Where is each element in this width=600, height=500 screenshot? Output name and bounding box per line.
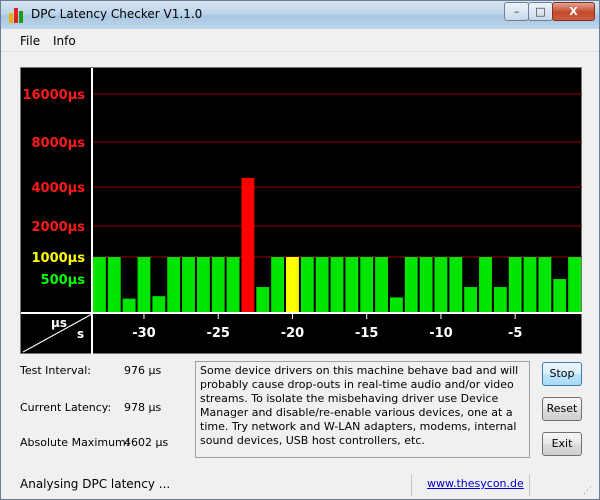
website-link[interactable]: www.thesycon.de: [427, 477, 524, 490]
x-tick-label: -10: [429, 326, 453, 341]
latency-bar: [464, 287, 478, 312]
latency-bar: [137, 257, 151, 312]
absolute-maximum-label: Absolute Maximum:: [20, 436, 130, 449]
status-bar: Analysing DPC latency ... www.thesycon.d…: [1, 473, 599, 499]
close-button[interactable]: X: [552, 2, 595, 21]
latency-bar: [107, 257, 121, 312]
x-tick-label: -25: [206, 326, 230, 341]
latency-bar: [152, 296, 166, 312]
stop-button[interactable]: Stop: [542, 362, 582, 386]
latency-chart: 16000µs 8000µs 4000µs 2000µs 1000µs 500µs µs s -…: [20, 67, 582, 354]
y-tick-label: 4000µs: [32, 181, 86, 196]
latency-bar: [553, 279, 567, 312]
app-bars-icon: [9, 7, 25, 23]
latency-chart-svg: 16000µs 8000µs 4000µs 2000µs 1000µs 500µs µss -…: [21, 68, 582, 354]
test-interval-label: Test Interval:: [20, 364, 91, 377]
menu-bar: File Info: [1, 30, 599, 52]
current-latency-label: Current Latency:: [20, 401, 112, 414]
status-divider: [411, 474, 412, 496]
latency-bar: [360, 257, 374, 312]
message-box: Some device drivers on this machine beha…: [195, 361, 530, 458]
latency-bar: [493, 287, 507, 312]
latency-bar: [182, 257, 195, 312]
latency-bar: [167, 257, 181, 312]
latency-bar: [345, 257, 359, 312]
latency-bar: [330, 257, 344, 312]
minimize-icon: –: [513, 5, 520, 18]
latency-bar: [449, 257, 463, 312]
latency-bar: [196, 257, 210, 312]
exit-button[interactable]: Exit: [542, 432, 582, 456]
latency-bar: [256, 287, 270, 312]
absolute-maximum-value: 4602 µs: [124, 436, 169, 449]
latency-bar: [434, 257, 448, 312]
minimize-button[interactable]: –: [504, 2, 529, 21]
status-text: Analysing DPC latency ...: [20, 477, 171, 491]
latency-bar: [523, 257, 537, 312]
latency-bar: [568, 257, 581, 312]
app-window: DPC Latency Checker V1.1.0 – □ X File In…: [0, 0, 600, 500]
resize-grip-icon[interactable]: ⋰: [583, 485, 595, 497]
latency-bar: [479, 257, 492, 312]
latency-bar: [271, 257, 285, 312]
status-divider: [529, 474, 530, 496]
maximize-icon: □: [535, 5, 546, 18]
latency-bar: [211, 257, 225, 312]
reset-button[interactable]: Reset: [542, 397, 582, 421]
latency-bar: [315, 257, 329, 312]
latency-bar: [419, 257, 433, 312]
latency-bar: [404, 257, 418, 312]
x-tick-label: -20: [281, 326, 305, 341]
y-tick-label: 16000µs: [22, 88, 85, 103]
latency-bar: [375, 257, 388, 312]
latency-bar: [389, 297, 403, 312]
y-tick-label: 1000µs: [32, 251, 86, 266]
test-interval-value: 976 µs: [124, 364, 162, 377]
current-latency-value: 978 µs: [124, 401, 162, 414]
window-title: DPC Latency Checker V1.1.0: [31, 7, 203, 21]
menu-info[interactable]: Info: [53, 34, 76, 48]
y-tick-label: 2000µs: [32, 220, 86, 235]
latency-bar: [226, 257, 240, 312]
maximize-button[interactable]: □: [528, 2, 553, 21]
close-icon: X: [569, 5, 578, 18]
x-tick-label: -30: [132, 326, 156, 341]
axis-corner-unit-s: s: [77, 327, 84, 341]
latency-bar: [286, 257, 299, 312]
latency-bar: [241, 177, 255, 312]
latency-bar: [508, 257, 522, 312]
latency-bar: [93, 257, 106, 312]
x-tick-label: -15: [355, 326, 379, 341]
y-tick-label: 8000µs: [32, 136, 86, 151]
x-tick-label: -5: [508, 326, 522, 341]
y-tick-label: 500µs: [41, 273, 86, 288]
latency-bar: [122, 298, 136, 312]
latency-bar: [538, 257, 552, 312]
menu-file[interactable]: File: [20, 34, 40, 48]
axis-corner-unit-us: µs: [51, 316, 67, 330]
title-bar[interactable]: DPC Latency Checker V1.1.0 – □ X: [1, 1, 599, 29]
latency-bar: [300, 257, 314, 312]
